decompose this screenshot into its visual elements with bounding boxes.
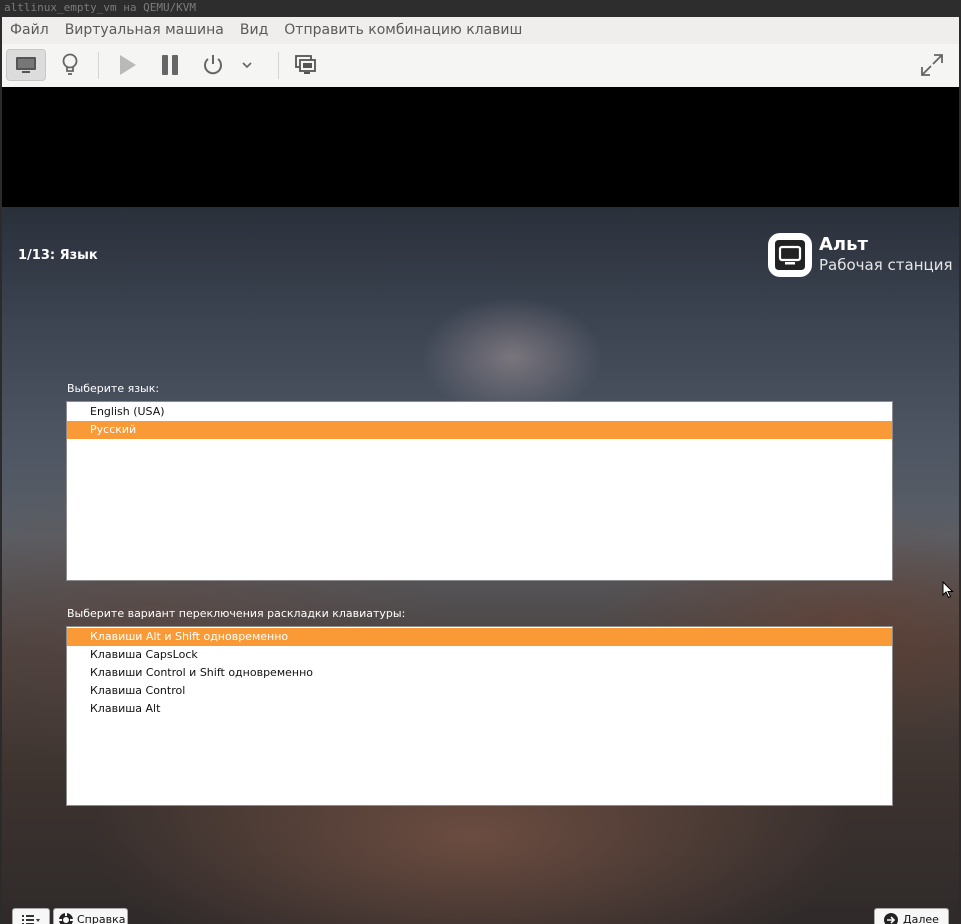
next-button-label: Далее xyxy=(903,913,939,924)
fullscreen-button[interactable] xyxy=(912,49,952,81)
distro-logo: Альт Рабочая станция xyxy=(768,233,952,277)
next-button[interactable]: Далее xyxy=(874,908,949,924)
console-button[interactable] xyxy=(6,49,46,81)
layout-label: Выберите вариант переключения раскладки … xyxy=(67,607,406,620)
fullscreen-icon xyxy=(921,54,943,76)
screenshot-button[interactable] xyxy=(286,49,326,81)
menu-bar: Файл Виртуальная машина Вид Отправить ко… xyxy=(2,17,959,44)
step-title: 1/13: Язык xyxy=(18,248,98,263)
power-menu-button[interactable] xyxy=(233,49,261,81)
toolbar xyxy=(2,44,959,88)
pause-button[interactable] xyxy=(150,49,190,81)
run-button[interactable] xyxy=(107,49,147,81)
arrow-right-circle-icon xyxy=(884,912,898,924)
pause-icon xyxy=(162,55,178,75)
layout-item-capslock[interactable]: Клавиша CapsLock xyxy=(67,646,892,664)
menu-send-key[interactable]: Отправить комбинацию клавиш xyxy=(276,17,530,44)
layout-switch-list[interactable]: Клавиши Alt и Shift одновременно Клавиша… xyxy=(66,626,893,806)
window-title: altlinux_empty_vm на QEMU/KVM xyxy=(0,0,961,17)
installer-screen: 1/13: Язык Альт Рабочая станция Выберите… xyxy=(2,207,959,924)
logo-subtitle: Рабочая станция xyxy=(819,256,953,274)
language-label: Выберите язык: xyxy=(67,382,160,395)
menu-view[interactable]: Вид xyxy=(232,17,276,44)
layout-item-alt-shift[interactable]: Клавиши Alt и Shift одновременно xyxy=(67,628,892,646)
play-icon xyxy=(120,55,136,75)
layout-item-alt[interactable]: Клавиша Alt xyxy=(67,700,892,718)
menu-file[interactable]: Файл xyxy=(2,17,57,44)
alt-logo-icon xyxy=(768,233,812,277)
logo-title: Альт xyxy=(819,234,868,255)
language-list[interactable]: English (USA) Русский xyxy=(66,401,893,581)
layout-item-control-shift[interactable]: Клавиши Control и Shift одновременно xyxy=(67,664,892,682)
list-icon xyxy=(22,914,40,924)
console-icon xyxy=(16,57,36,73)
help-lifebuoy-icon xyxy=(59,912,73,924)
lightbulb-icon xyxy=(62,53,78,75)
power-icon xyxy=(204,55,222,75)
chevron-down-icon xyxy=(242,62,252,69)
help-button[interactable]: Справка xyxy=(53,908,128,924)
menu-virtual-machine[interactable]: Виртуальная машина xyxy=(57,17,232,44)
language-item-russian[interactable]: Русский xyxy=(67,421,892,439)
screenshot-icon xyxy=(295,55,316,74)
mouse-cursor-icon xyxy=(942,581,954,599)
language-item-english[interactable]: English (USA) xyxy=(67,403,892,421)
details-button[interactable] xyxy=(50,49,90,81)
layout-item-control[interactable]: Клавиша Control xyxy=(67,682,892,700)
power-button[interactable] xyxy=(193,49,233,81)
help-button-label: Справка xyxy=(77,913,126,924)
vm-display-margin xyxy=(2,87,959,207)
steps-menu-button[interactable] xyxy=(12,908,50,924)
vm-window: Файл Виртуальная машина Вид Отправить ко… xyxy=(2,17,959,924)
